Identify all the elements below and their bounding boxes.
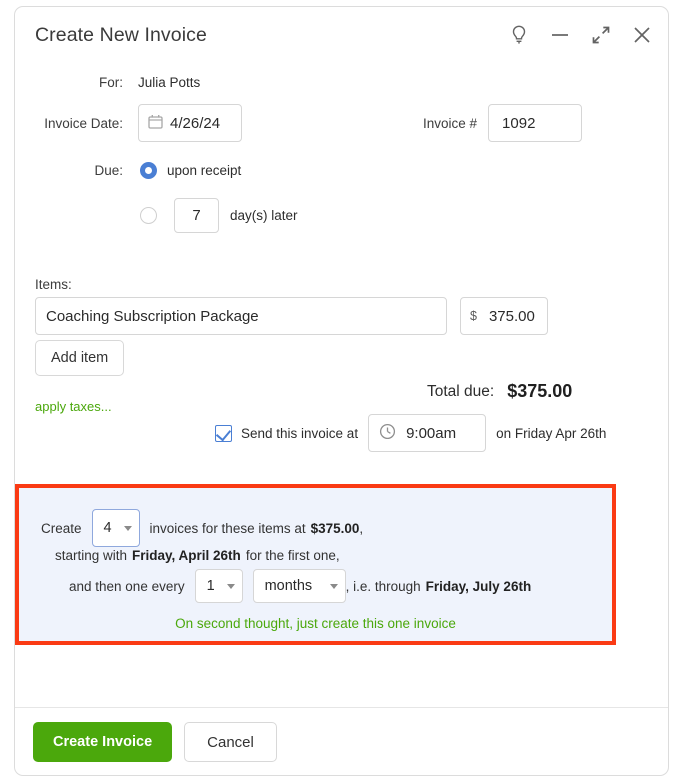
- recurring-highlight-box: Create 4 invoices for these items at $37…: [15, 484, 616, 645]
- cancel-recurring-link[interactable]: On second thought, just create this one …: [19, 616, 612, 631]
- interval-count-value: 1: [206, 578, 215, 594]
- recurring-start-suffix: for the first one,: [245, 548, 340, 563]
- radio-upon-receipt-label: upon receipt: [167, 163, 242, 178]
- recurring-panel: Create 4 invoices for these items at $37…: [19, 488, 612, 641]
- recurring-start-date: Friday, April 26th: [132, 548, 241, 563]
- recurring-invoices-text: invoices for these items at: [149, 520, 306, 536]
- minimize-icon[interactable]: [546, 21, 574, 49]
- invoice-count-select[interactable]: 4: [91, 509, 140, 547]
- recurring-amount: $375.00: [310, 520, 360, 536]
- recurring-amount-trailing: ,: [359, 520, 364, 536]
- invoice-date-row: Invoice Date: 4/26/24: [15, 104, 242, 142]
- interval-unit-select[interactable]: months: [252, 569, 346, 603]
- total-due-value: $375.00: [507, 381, 573, 401]
- cancel-button[interactable]: Cancel: [184, 722, 277, 762]
- apply-taxes-link[interactable]: apply taxes...: [35, 399, 112, 414]
- interval-count-select[interactable]: 1: [194, 569, 243, 603]
- create-invoice-button[interactable]: Create Invoice: [33, 722, 173, 762]
- recurring-interval-line: and then one every 1 months , i.e. throu…: [69, 569, 531, 603]
- send-invoice-label: Send this invoice at: [241, 425, 359, 441]
- interval-unit-value: months: [264, 578, 313, 594]
- item-amount-value: 375.00: [488, 307, 535, 325]
- invoice-number-row: Invoice # 1092: [423, 104, 583, 142]
- radio-upon-receipt[interactable]: [140, 162, 157, 179]
- invoice-count-value: 4: [103, 520, 112, 536]
- item-description-input[interactable]: Coaching Subscription Package: [35, 297, 447, 335]
- recurring-through-prefix: , i.e. through: [345, 578, 421, 594]
- invoice-date-value: 4/26/24: [170, 114, 221, 132]
- for-value: Julia Potts: [138, 75, 201, 90]
- days-later-input[interactable]: 7: [174, 198, 219, 233]
- lightbulb-icon[interactable]: [505, 21, 533, 49]
- page-title: Create New Invoice: [35, 24, 207, 46]
- recurring-start-line: starting with Friday, April 26th for the…: [55, 548, 340, 563]
- recurring-count-line: Create 4 invoices for these items at $37…: [41, 509, 363, 547]
- item-amount-input[interactable]: $ 375.00: [460, 297, 548, 335]
- recurring-create-prefix: Create: [41, 520, 82, 536]
- create-invoice-dialog: Create New Invoice For: Julia Potts Invo…: [14, 6, 669, 776]
- for-label: For:: [98, 75, 123, 90]
- for-row: For: Julia Potts: [15, 75, 355, 90]
- items-label: Items:: [35, 277, 72, 292]
- calendar-icon: [148, 114, 163, 133]
- days-later-value: 7: [192, 207, 201, 224]
- item-description-value: Coaching Subscription Package: [46, 307, 259, 325]
- add-item-button[interactable]: Add item: [35, 340, 125, 376]
- send-time-input[interactable]: 9:00am: [368, 414, 487, 452]
- close-icon[interactable]: [628, 21, 656, 49]
- dialog-titlebar: Create New Invoice: [15, 7, 668, 65]
- radio-days-later[interactable]: [140, 207, 157, 224]
- send-invoice-checkbox[interactable]: [215, 424, 232, 442]
- send-invoice-row: Send this invoice at 9:00am on Friday Ap…: [215, 414, 606, 452]
- due-row-receipt: Due: upon receipt: [15, 162, 241, 179]
- send-time-value: 9:00am: [406, 424, 457, 442]
- recurring-every-prefix: and then one every: [69, 578, 185, 594]
- window-controls: [505, 21, 656, 49]
- chevron-down-icon: [123, 525, 132, 531]
- send-invoice-date: on Friday Apr 26th: [496, 425, 607, 441]
- item-row: Coaching Subscription Package $ 375.00: [35, 297, 548, 335]
- days-later-label: day(s) later: [230, 208, 298, 223]
- total-due-row: Total due: $375.00: [427, 381, 572, 402]
- dialog-footer: Create Invoice Cancel: [33, 722, 277, 762]
- chevron-down-icon: [226, 583, 235, 589]
- due-label: Due:: [94, 163, 123, 178]
- recurring-start-prefix: starting with: [55, 548, 128, 563]
- footer-divider: [15, 707, 668, 708]
- clock-icon: [379, 423, 396, 444]
- invoice-number-label: Invoice #: [423, 115, 478, 131]
- invoice-date-label: Invoice Date:: [44, 115, 123, 131]
- recurring-through-date: Friday, July 26th: [425, 578, 532, 594]
- invoice-number-value: 1092: [502, 114, 536, 132]
- invoice-number-input[interactable]: 1092: [488, 104, 583, 142]
- due-row-days: 7 day(s) later: [15, 198, 298, 233]
- total-due-label: Total due:: [427, 382, 495, 400]
- currency-symbol: $: [470, 309, 477, 323]
- invoice-date-input[interactable]: 4/26/24: [138, 104, 242, 142]
- collapse-icon[interactable]: [587, 21, 615, 49]
- chevron-down-icon: [329, 583, 338, 589]
